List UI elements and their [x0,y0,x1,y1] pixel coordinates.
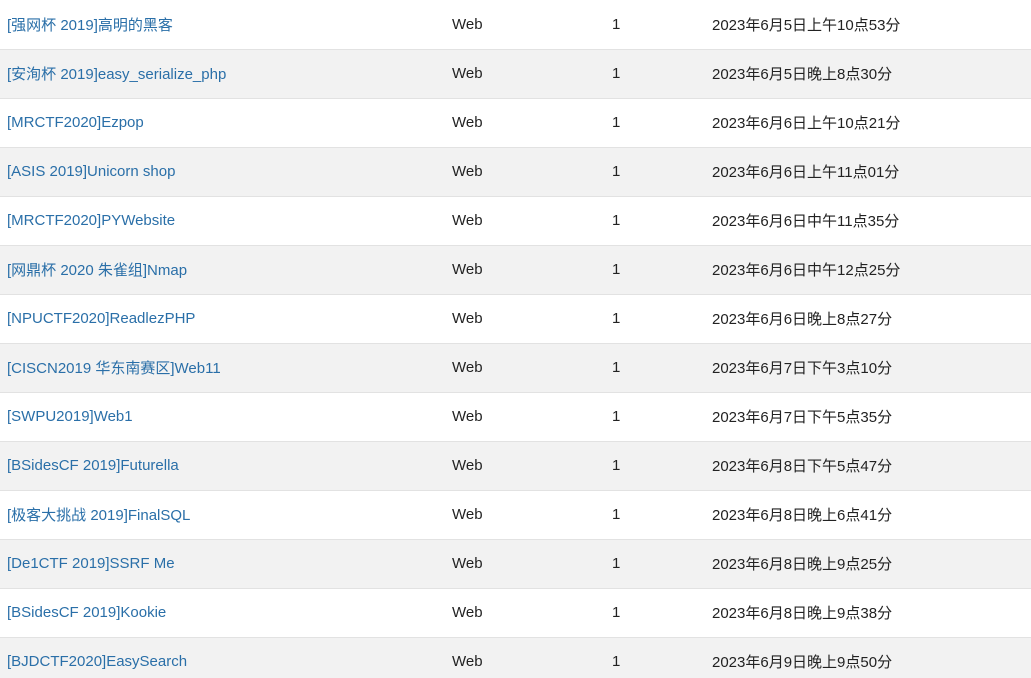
challenge-category: Web [452,506,483,523]
challenge-category: Web [452,65,483,82]
solve-row: [强网杯 2019]高明的黑客 Web 1 2023年6月5日上午10点53分 [0,0,1031,49]
challenge-link[interactable]: [SWPU2019]Web1 [7,408,133,425]
solve-time: 2023年6月8日下午5点47分 [712,458,893,475]
challenge-link[interactable]: [NPUCTF2020]ReadlezPHP [7,310,195,327]
solve-time: 2023年6月7日下午3点10分 [712,360,893,377]
solve-time: 2023年6月6日中午12点25分 [712,262,901,279]
solve-time: 2023年6月8日晚上9点25分 [712,556,893,573]
challenge-name-cell: [极客大挑战 2019]FinalSQL [0,490,452,539]
challenge-link[interactable]: [强网杯 2019]高明的黑客 [7,17,173,34]
challenge-link[interactable]: [De1CTF 2019]SSRF Me [7,555,175,572]
challenge-category: Web [452,261,483,278]
solve-row: [ASIS 2019]Unicorn shop Web 1 2023年6月6日上午11… [0,147,1031,196]
solve-row: [BSidesCF 2019]Futurella Web 1 2023年6月8日下午5… [0,441,1031,490]
challenge-category: Web [452,555,483,572]
solve-time: 2023年6月8日晚上6点41分 [712,507,893,524]
challenge-score: 1 [612,506,621,523]
challenge-link[interactable]: [BJDCTF2020]EasySearch [7,653,187,670]
solve-row: [CISCN2019 华东南赛区]Web11 Web 1 2023年6月7日下午3点1… [0,343,1031,392]
solve-row: [安洵杯 2019]easy_serialize_php Web 1 2023年6月5… [0,49,1031,98]
challenge-name-cell: [BJDCTF2020]EasySearch [0,637,452,678]
challenge-score: 1 [612,457,621,474]
challenge-score: 1 [612,604,621,621]
challenge-category: Web [452,653,483,670]
solve-time: 2023年6月6日晚上8点27分 [712,311,893,328]
solve-time: 2023年6月5日晚上8点30分 [712,66,893,83]
solves-table: [强网杯 2019]高明的黑客 Web 1 2023年6月5日上午10点53分 [安洵杯… [0,0,1031,678]
challenge-category: Web [452,457,483,474]
solve-row: [BSidesCF 2019]Kookie Web 1 2023年6月8日晚上9点38… [0,588,1031,637]
solve-time: 2023年6月5日上午10点53分 [712,16,901,34]
challenge-category: Web [452,359,483,376]
challenge-name-cell: [BSidesCF 2019]Kookie [0,588,452,637]
challenge-link[interactable]: [BSidesCF 2019]Futurella [7,457,179,474]
challenge-score: 1 [612,261,621,278]
challenge-score: 1 [612,163,621,180]
challenge-name-cell: [NPUCTF2020]ReadlezPHP [0,294,452,343]
solve-time: 2023年6月8日晚上9点38分 [712,605,893,622]
challenge-score: 1 [612,555,621,572]
challenge-category: Web [452,212,483,229]
solve-row: [De1CTF 2019]SSRF Me Web 1 2023年6月8日晚上9点25分 [0,539,1031,588]
challenge-name-cell: [MRCTF2020]PYWebsite [0,196,452,245]
challenge-name-cell: [CISCN2019 华东南赛区]Web11 [0,343,452,392]
challenge-score: 1 [612,212,621,229]
challenge-link[interactable]: [MRCTF2020]PYWebsite [7,212,175,229]
challenge-name-cell: [网鼎杯 2020 朱雀组]Nmap [0,245,452,294]
challenge-name-cell: [SWPU2019]Web1 [0,392,452,441]
challenge-score: 1 [612,359,621,376]
solve-time: 2023年6月6日中午11点35分 [712,213,900,230]
solve-time: 2023年6月7日下午5点35分 [712,409,893,426]
challenge-link[interactable]: [BSidesCF 2019]Kookie [7,604,166,621]
challenge-link[interactable]: [安洵杯 2019]easy_serialize_php [7,66,226,83]
challenge-score: 1 [612,653,621,670]
challenge-category: Web [452,163,483,180]
challenge-name-cell: [De1CTF 2019]SSRF Me [0,539,452,588]
challenge-score: 1 [612,15,621,33]
challenge-link[interactable]: [ASIS 2019]Unicorn shop [7,163,175,180]
challenge-name-cell: [MRCTF2020]Ezpop [0,98,452,147]
solve-row: [SWPU2019]Web1 Web 1 2023年6月7日下午5点35分 [0,392,1031,441]
challenge-category: Web [452,408,483,425]
solve-row: [BJDCTF2020]EasySearch Web 1 2023年6月9日晚上9点5… [0,637,1031,678]
challenge-score: 1 [612,310,621,327]
challenge-category: Web [452,604,483,621]
challenge-link[interactable]: [网鼎杯 2020 朱雀组]Nmap [7,262,187,279]
challenge-name-cell: [安洵杯 2019]easy_serialize_php [0,49,452,98]
challenge-category: Web [452,310,483,327]
challenge-name-cell: [强网杯 2019]高明的黑客 [0,0,452,49]
challenge-score: 1 [612,65,621,82]
solves-table-body: [强网杯 2019]高明的黑客 Web 1 2023年6月5日上午10点53分 [安洵杯… [0,0,1031,678]
solve-row: [MRCTF2020]PYWebsite Web 1 2023年6月6日中午11点35… [0,196,1031,245]
challenge-link[interactable]: [CISCN2019 华东南赛区]Web11 [7,360,221,377]
solve-time: 2023年6月6日上午10点21分 [712,115,901,132]
challenge-name-cell: [BSidesCF 2019]Futurella [0,441,452,490]
challenge-score: 1 [612,114,621,131]
solve-time: 2023年6月6日上午11点01分 [712,164,900,181]
challenge-category: Web [452,114,483,131]
challenge-name-cell: [ASIS 2019]Unicorn shop [0,147,452,196]
solve-row: [MRCTF2020]Ezpop Web 1 2023年6月6日上午10点21分 [0,98,1031,147]
challenge-category: Web [452,15,483,33]
challenge-link[interactable]: [极客大挑战 2019]FinalSQL [7,507,190,524]
solve-row: [极客大挑战 2019]FinalSQL Web 1 2023年6月8日晚上6点41分 [0,490,1031,539]
challenge-link[interactable]: [MRCTF2020]Ezpop [7,114,144,131]
solve-time: 2023年6月9日晚上9点50分 [712,654,893,671]
challenge-score: 1 [612,408,621,425]
solve-row: [NPUCTF2020]ReadlezPHP Web 1 2023年6月6日晚上8点2… [0,294,1031,343]
solve-row: [网鼎杯 2020 朱雀组]Nmap Web 1 2023年6月6日中午12点25分 [0,245,1031,294]
